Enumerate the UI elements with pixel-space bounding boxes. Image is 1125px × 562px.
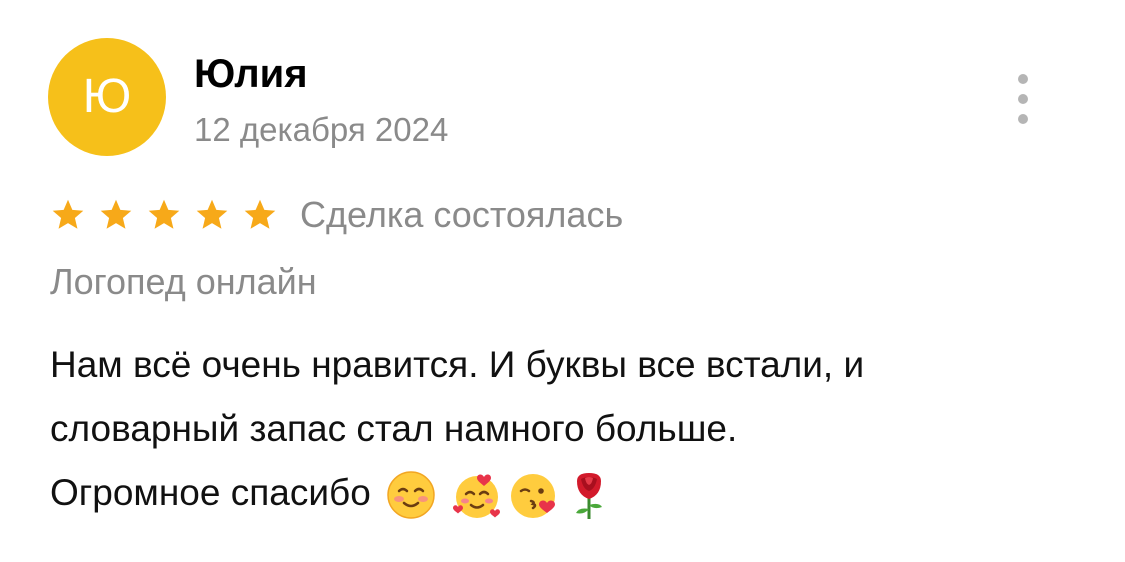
more-vertical-icon[interactable]: [1006, 74, 1040, 124]
menu-dot: [1018, 114, 1028, 124]
star-rating: [50, 197, 278, 233]
avatar[interactable]: Ю: [48, 38, 166, 156]
deal-status: Сделка состоялась: [300, 194, 624, 235]
star-icon: [244, 199, 276, 229]
star-icon: [52, 199, 84, 229]
smiling-face-with-hearts-icon: [451, 469, 503, 521]
service-name[interactable]: Логопед онлайн: [50, 260, 317, 304]
review-text-line: словарный запас стал намного больше.: [50, 408, 738, 449]
menu-dot: [1018, 94, 1028, 104]
rose-icon: [563, 469, 615, 521]
review-text: Нам всё очень нравится. И буквы все вста…: [50, 333, 1090, 525]
review-card: Ю Юлия 12 декабря 2024 Сделка состоялась…: [0, 0, 1125, 562]
review-date: 12 декабря 2024: [194, 111, 449, 148]
star-icon: [148, 199, 180, 229]
avatar-letter: Ю: [82, 70, 132, 123]
author-name[interactable]: Юлия: [194, 50, 308, 98]
star-icon: [196, 199, 228, 229]
review-text-thanks: Огромное спасибо: [50, 472, 371, 513]
review-text-line-last: Огромное спасибо: [50, 461, 1090, 525]
review-text-line: Нам всё очень нравится. И буквы все вста…: [50, 344, 865, 385]
rating-row: Сделка состоялась: [50, 190, 623, 240]
smiling-face-icon: [385, 469, 437, 521]
star-icon: [100, 199, 132, 229]
menu-dot: [1018, 74, 1028, 84]
face-blowing-kiss-icon: [507, 469, 559, 521]
